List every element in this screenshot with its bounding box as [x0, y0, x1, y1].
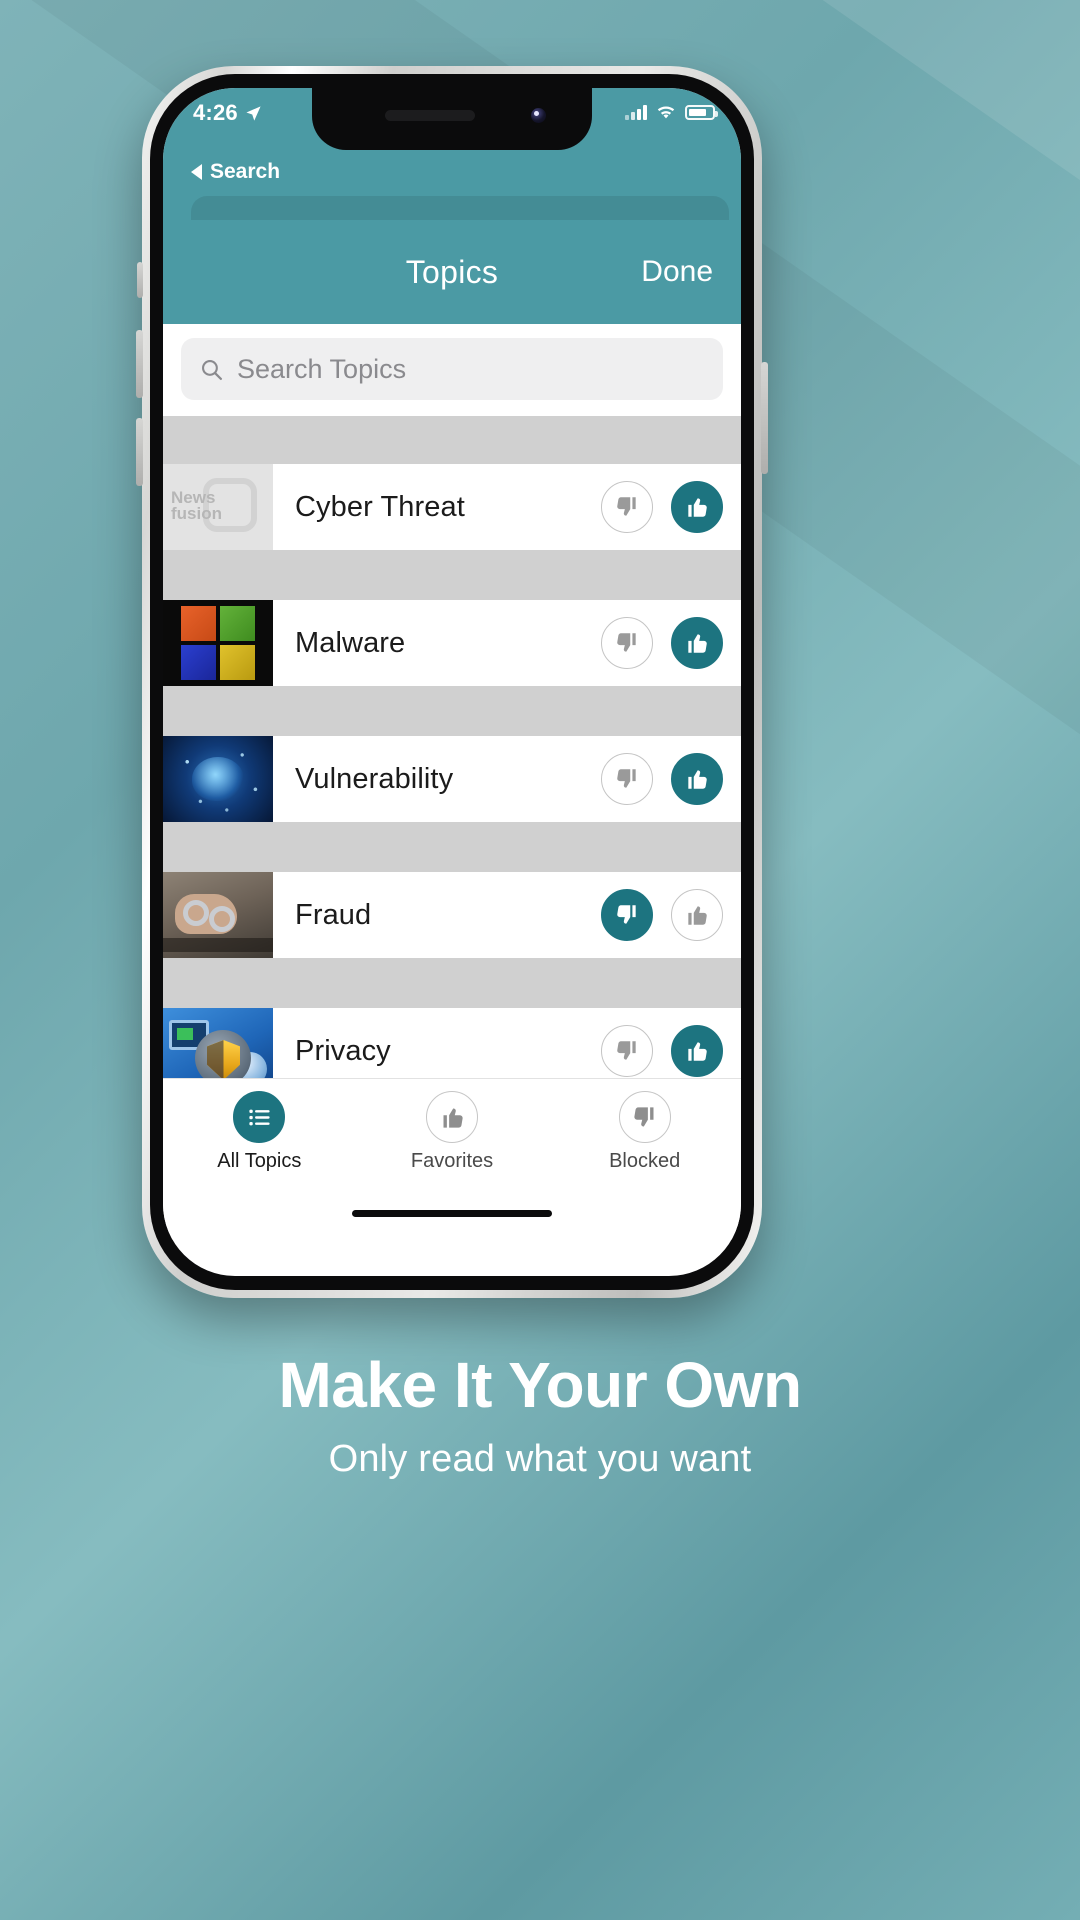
search-placeholder: Search Topics [237, 353, 407, 384]
mute-switch[interactable] [137, 262, 143, 298]
thumbs-up-icon [688, 1042, 707, 1061]
table-row[interactable]: News fusion Cyber Threat [163, 464, 741, 550]
favorite-topic-button[interactable] [671, 481, 723, 533]
promo-headline: Make It Your Own [278, 1349, 802, 1421]
topic-title: Privacy [295, 1034, 391, 1067]
power-button[interactable] [761, 362, 768, 474]
list-separator [163, 686, 741, 736]
phone-device-frame: 4:26 Search Topics Done Search Topics Ne… [136, 66, 768, 1298]
list-separator [163, 822, 741, 872]
back-link-label: Search [210, 160, 281, 183]
back-link[interactable]: Search [163, 154, 741, 190]
topic-thumbnail [163, 1008, 273, 1078]
block-topic-button[interactable] [601, 481, 653, 533]
tab-label: Favorites [410, 1150, 494, 1172]
list-icon-circle [233, 1091, 286, 1143]
modal-sheet-edge [163, 190, 741, 256]
home-indicator-area [163, 1186, 741, 1240]
phone-bezel: 4:26 Search Topics Done Search Topics Ne… [150, 74, 754, 1290]
thumbs-down-icon [634, 1106, 654, 1126]
earpiece-speaker [385, 110, 475, 121]
thumbs-up-icon [688, 634, 707, 653]
row-actions [601, 1025, 741, 1077]
table-row[interactable]: Vulnerability [163, 736, 741, 822]
topic-title: Malware [295, 626, 406, 659]
thumbs-down-icon [617, 1041, 636, 1060]
search-icon [202, 359, 223, 380]
topic-thumbnail: News fusion [163, 464, 273, 550]
location-arrow-icon [246, 105, 261, 121]
tab-blocked[interactable]: Blocked [548, 1091, 741, 1173]
thumbs-up-icon-circle [426, 1091, 478, 1143]
promo-screenshot-page: 4:26 Search Topics Done Search Topics Ne… [0, 0, 1080, 1920]
favorite-topic-button[interactable] [671, 1025, 723, 1077]
thumbs-down-icon [617, 769, 636, 788]
list-separator [163, 958, 741, 1008]
status-bar-left: 4:26 [193, 100, 262, 126]
row-actions [601, 753, 741, 805]
block-topic-button[interactable] [601, 617, 653, 669]
thumbs-up-icon [443, 1108, 463, 1128]
thumbs-down-icon [617, 497, 636, 516]
promo-subhead: Only read what you want [328, 1438, 752, 1480]
search-section: Search Topics [163, 324, 741, 416]
background-stripe [940, 0, 1080, 856]
list-icon [249, 1109, 270, 1125]
volume-up-button[interactable] [136, 330, 143, 398]
volume-down-button[interactable] [136, 418, 143, 486]
row-actions [601, 481, 741, 533]
favorite-topic-button[interactable] [671, 617, 723, 669]
tab-label: All Topics [217, 1150, 302, 1172]
phone-screen: 4:26 Search Topics Done Search Topics Ne… [163, 88, 741, 1276]
favorite-topic-button[interactable] [671, 753, 723, 805]
table-row[interactable]: Privacy [163, 1008, 741, 1078]
promo-footer: Make It Your Own Only read what you want [0, 1348, 1080, 1481]
status-bar-right [625, 104, 718, 120]
front-camera-icon [531, 108, 546, 123]
home-indicator[interactable] [352, 1209, 552, 1217]
battery-icon [685, 104, 718, 120]
topic-thumbnail [163, 736, 273, 822]
topic-title: Vulnerability [295, 762, 454, 795]
tab-all-topics[interactable]: All Topics [163, 1091, 356, 1173]
display-notch [312, 88, 592, 150]
search-input[interactable]: Search Topics [181, 338, 723, 400]
back-triangle-icon [191, 164, 202, 180]
placeholder-logo-line2: fusion [171, 504, 222, 523]
topic-title: Fraud [295, 898, 372, 931]
block-topic-button[interactable] [601, 753, 653, 805]
thumbs-up-icon [688, 770, 707, 789]
thumbs-down-icon [617, 905, 636, 924]
topic-thumbnail [163, 872, 273, 958]
navigation-bar: Topics Done [163, 220, 741, 324]
favorite-topic-button[interactable] [671, 889, 723, 941]
topic-title: Cyber Threat [295, 490, 465, 523]
list-separator [163, 416, 741, 464]
thumbs-up-icon [688, 498, 707, 517]
table-row[interactable]: Fraud [163, 872, 741, 958]
row-actions [601, 617, 741, 669]
row-actions [601, 889, 741, 941]
thumbs-down-icon [617, 633, 636, 652]
block-topic-button[interactable] [601, 889, 653, 941]
thumbs-up-icon [688, 906, 707, 925]
thumbs-down-icon-circle [618, 1091, 671, 1143]
tab-favorites[interactable]: Favorites [356, 1091, 549, 1173]
cellular-signal-icon [625, 104, 647, 120]
block-topic-button[interactable] [601, 1025, 653, 1077]
status-bar: 4:26 [163, 88, 741, 154]
table-row[interactable]: Malware [163, 600, 741, 686]
topic-thumbnail [163, 600, 273, 686]
wifi-icon [657, 106, 675, 119]
list-separator [163, 550, 741, 600]
bottom-tab-bar: All Topics Favorites Blocked [163, 1078, 741, 1186]
done-button[interactable]: Done [641, 255, 713, 289]
status-bar-time: 4:26 [193, 100, 238, 125]
tab-label: Blocked [609, 1150, 681, 1172]
topics-list[interactable]: News fusion Cyber Threat Malware Vulnera… [163, 416, 741, 1078]
